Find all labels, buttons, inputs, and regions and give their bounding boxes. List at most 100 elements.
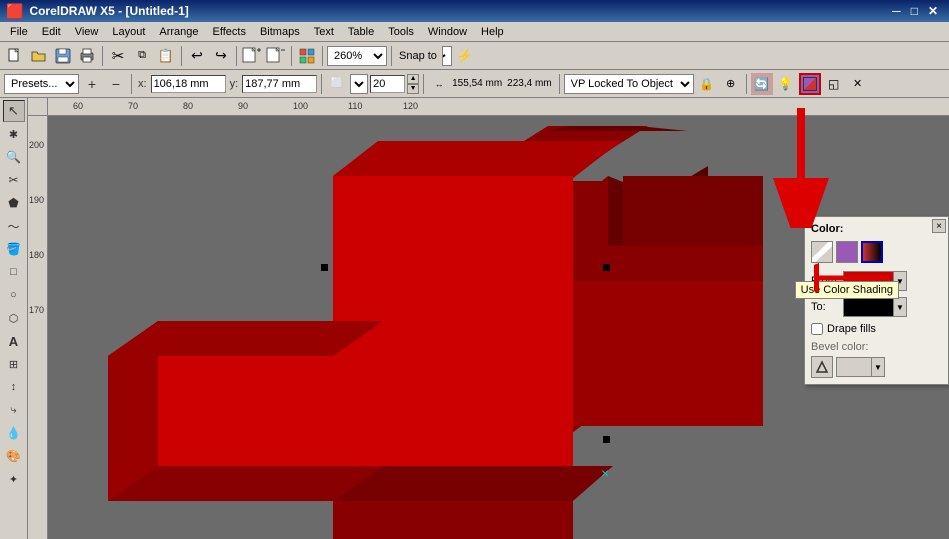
bevel-color-main[interactable] bbox=[836, 357, 871, 377]
height-value: 223,4 mm bbox=[507, 78, 551, 89]
size-lock-dropdown[interactable] bbox=[350, 74, 368, 94]
select-tool[interactable]: ↖ bbox=[3, 100, 25, 122]
cut-button[interactable]: ✂ bbox=[107, 45, 129, 67]
extrude-rotate-btn[interactable]: 🔄 bbox=[751, 73, 773, 95]
menu-edit[interactable]: Edit bbox=[36, 25, 67, 39]
object-size-icon: ⬜ bbox=[326, 73, 348, 95]
depth-down-btn[interactable]: ▼ bbox=[407, 84, 419, 94]
maximize-btn[interactable]: □ bbox=[906, 4, 923, 18]
curve-tool[interactable]: 〜 bbox=[3, 215, 25, 237]
new-button[interactable] bbox=[4, 45, 26, 67]
close-btn[interactable]: ✕ bbox=[923, 4, 943, 18]
dimension-tool[interactable]: ↕ bbox=[3, 376, 25, 398]
window-title: CorelDRAW X5 - [Untitled-1] bbox=[29, 4, 188, 18]
undo-button[interactable]: ↩ bbox=[186, 45, 208, 67]
interactive-tool[interactable]: ✦ bbox=[3, 468, 25, 490]
extrude-bevel-btn[interactable]: ◱ bbox=[823, 73, 845, 95]
extrude-light-btn[interactable]: 💡 bbox=[775, 73, 797, 95]
paste-button[interactable]: 📋 bbox=[155, 45, 177, 67]
ruler-mark-90: 90 bbox=[238, 101, 248, 111]
export-button[interactable] bbox=[265, 45, 287, 67]
presets-dropdown[interactable]: Presets... bbox=[4, 74, 79, 94]
polygon-tool[interactable]: ⬡ bbox=[3, 307, 25, 329]
drape-fills-checkbox[interactable] bbox=[811, 323, 823, 335]
import-button[interactable] bbox=[241, 45, 263, 67]
ruler-mark-200: 200 bbox=[29, 140, 44, 150]
sep1 bbox=[102, 46, 103, 66]
color-panel-title: Color: bbox=[811, 223, 942, 235]
clear-extrude-btn[interactable]: ✕ bbox=[847, 73, 869, 95]
menu-table[interactable]: Table bbox=[342, 25, 380, 39]
remove-preset-button[interactable]: − bbox=[105, 73, 127, 95]
text-tool[interactable]: A bbox=[3, 330, 25, 352]
crop-tool[interactable]: ✂ bbox=[3, 169, 25, 191]
menu-tools[interactable]: Tools bbox=[382, 25, 420, 39]
table-tool[interactable]: ⊞ bbox=[3, 353, 25, 375]
menu-arrange[interactable]: Arrange bbox=[153, 25, 204, 39]
extrude-color-btn[interactable] bbox=[799, 73, 821, 95]
to-color-arrow[interactable]: ▼ bbox=[893, 297, 907, 317]
connector-tool[interactable]: ⤷ bbox=[3, 399, 25, 421]
zoom-dropdown[interactable]: 260% bbox=[327, 46, 387, 66]
dropper-tool[interactable]: 💧 bbox=[3, 422, 25, 444]
bevel-icon-btn[interactable] bbox=[811, 356, 833, 378]
canvas-area[interactable]: 60 70 80 90 100 110 120 200 190 180 170 bbox=[28, 98, 949, 539]
depth-input[interactable] bbox=[370, 75, 405, 93]
center-crosshair: × bbox=[601, 465, 609, 481]
ruler-mark-110: 110 bbox=[348, 101, 362, 111]
ruler-top: 60 70 80 90 100 110 120 bbox=[48, 98, 949, 116]
no-color-swatch[interactable] bbox=[811, 241, 833, 263]
ruler-left: 200 190 180 170 bbox=[28, 116, 48, 539]
property-bar: Presets... + − x: y: ⬜ ▲ ▼ ↔ 155,54 mm 2… bbox=[0, 70, 949, 98]
ellipse-tool[interactable]: ○ bbox=[3, 284, 25, 306]
menu-file[interactable]: File bbox=[4, 25, 34, 39]
ruler-mark-70: 70 bbox=[128, 101, 138, 111]
vp-lock-btn[interactable]: 🔒 bbox=[696, 73, 718, 95]
print-button[interactable] bbox=[76, 45, 98, 67]
copy-button[interactable]: ⧉ bbox=[131, 45, 153, 67]
drape-fills-label: Drape fills bbox=[827, 323, 876, 335]
menu-text[interactable]: Text bbox=[308, 25, 340, 39]
bevel-color-arrow[interactable]: ▼ bbox=[871, 357, 885, 377]
menu-bitmaps[interactable]: Bitmaps bbox=[254, 25, 306, 39]
redo-button[interactable]: ↪ bbox=[210, 45, 232, 67]
shape-tool[interactable]: ⬟ bbox=[3, 192, 25, 214]
tooltip: Use Color Shading bbox=[795, 281, 899, 299]
minimize-btn[interactable]: ─ bbox=[887, 4, 906, 18]
depth-up-btn[interactable]: ▲ bbox=[407, 74, 419, 84]
menu-window[interactable]: Window bbox=[422, 25, 473, 39]
save-button[interactable] bbox=[52, 45, 74, 67]
menu-view[interactable]: View bbox=[69, 25, 105, 39]
gradient-color-swatch[interactable] bbox=[861, 241, 883, 263]
menu-layout[interactable]: Layout bbox=[106, 25, 151, 39]
sep5 bbox=[322, 46, 323, 66]
freehand-tool[interactable]: ✱ bbox=[3, 123, 25, 145]
tooltip-text: Use Color Shading bbox=[801, 284, 893, 296]
to-color-main[interactable] bbox=[843, 297, 893, 317]
main-area: ↖ ✱ 🔍 ✂ ⬟ 〜 🪣 □ ○ ⬡ A ⊞ ↕ ⤷ 💧 🎨 ✦ 60 70 … bbox=[0, 98, 949, 539]
x-input[interactable] bbox=[151, 75, 226, 93]
open-button[interactable] bbox=[28, 45, 50, 67]
sel-handle-br bbox=[603, 436, 610, 443]
y-input[interactable] bbox=[242, 75, 317, 93]
snap-options-button[interactable]: ⚡ bbox=[454, 45, 476, 67]
vp-dropdown[interactable]: VP Locked To Object bbox=[564, 74, 694, 94]
smart-fill-tool[interactable]: 🪣 bbox=[3, 238, 25, 260]
ruler-mark-190: 190 bbox=[29, 195, 44, 205]
ruler-mark-120: 120 bbox=[403, 101, 418, 111]
bevel-color-picker: ▼ bbox=[836, 357, 885, 377]
vp-copy-btn[interactable]: ⊕ bbox=[720, 73, 742, 95]
fill-tool[interactable]: 🎨 bbox=[3, 445, 25, 467]
app-launcher-button[interactable] bbox=[296, 45, 318, 67]
snap-dropdown[interactable] bbox=[442, 46, 452, 66]
sel-handle-tl bbox=[321, 264, 328, 271]
menu-effects[interactable]: Effects bbox=[207, 25, 252, 39]
solid-color-swatch[interactable] bbox=[836, 241, 858, 263]
sep2 bbox=[181, 46, 182, 66]
panel-close-btn[interactable]: × bbox=[932, 219, 946, 233]
rectangle-tool[interactable]: □ bbox=[3, 261, 25, 283]
zoom-tool[interactable]: 🔍 bbox=[3, 146, 25, 168]
add-preset-button[interactable]: + bbox=[81, 73, 103, 95]
3d-cross-shape: × bbox=[68, 126, 768, 539]
menu-help[interactable]: Help bbox=[475, 25, 510, 39]
